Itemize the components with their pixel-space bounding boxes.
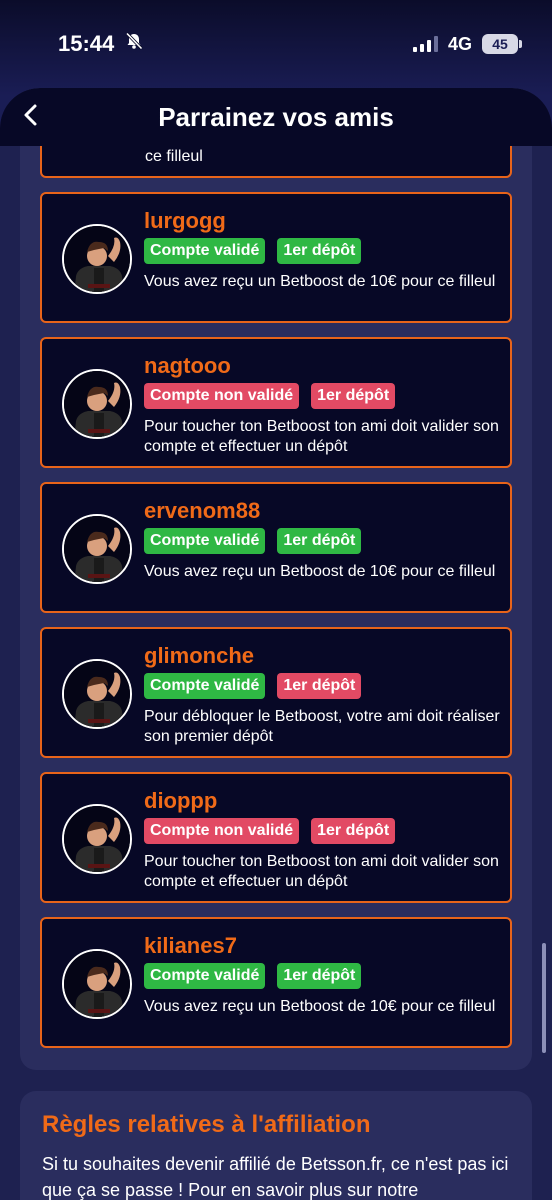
deposit-status-badge: 1er dépôt (311, 818, 396, 844)
referral-description: Pour toucher ton Betboost ton ami doit v… (144, 853, 499, 890)
referral-description: Pour débloquer le Betboost, votre ami do… (144, 708, 500, 745)
battery-level: 45 (492, 36, 508, 52)
status-badges: Compte non validé 1er dépôt (144, 818, 396, 844)
network-type: 4G (447, 33, 472, 54)
referral-card: lurgogg Compte validé 1er dépôt Vous ave… (40, 192, 512, 323)
scrollbar[interactable] (542, 943, 546, 1053)
referral-card: ervenom88 Compte validé 1er dépôt Vous a… (40, 482, 512, 613)
rules-text: Si tu souhaites devenir affilié de Betss… (42, 1154, 509, 1200)
referral-card: kilianes7 Compte validé 1er dépôt Vous a… (40, 917, 512, 1048)
status-badges: Compte validé 1er dépôt (144, 238, 362, 264)
avatar-character-icon (62, 804, 132, 874)
deposit-status-badge: 1er dépôt (311, 383, 396, 409)
status-time: 15:44 (58, 31, 115, 56)
account-status-badge: Compte validé (144, 528, 266, 554)
referral-username: dioppp (144, 788, 218, 813)
avatar-character-icon (62, 369, 132, 439)
referral-username: ervenom88 (144, 498, 261, 523)
account-status-badge: Compte validé (144, 963, 266, 989)
status-badges: Compte validé 1er dépôt (144, 963, 362, 989)
referral-card: nagtooo Compte non validé 1er dépôt Pour… (40, 337, 512, 468)
referral-username: kilianes7 (144, 933, 237, 958)
account-status-badge: Compte validé (144, 673, 266, 699)
avatar-character-icon (62, 659, 132, 729)
status-badges: Compte validé 1er dépôt (144, 528, 362, 554)
deposit-status-badge: 1er dépôt (277, 963, 362, 989)
avatar-character-icon (62, 514, 132, 584)
avatar-character-icon (62, 224, 132, 294)
referral-description: Vous avez reçu un Betboost de 10€ pour c… (144, 998, 496, 1015)
deposit-status-badge: 1er dépôt (277, 673, 362, 699)
affiliation-rules-panel: Règles relatives à l'affiliation Si tu s… (20, 1091, 532, 1200)
referral-card: dioppp Compte non validé 1er dépôt Pour … (40, 772, 512, 903)
referral-description: Vous avez reçu un Betboost de 10€ pour c… (144, 273, 496, 290)
page-header: Parrainez vos amis (0, 88, 552, 146)
status-right: 4G 45 (412, 33, 522, 55)
referral-username: nagtooo (144, 353, 231, 378)
avatar-character-icon (62, 949, 132, 1019)
status-left: 15:44 (58, 31, 144, 57)
referral-username: lurgogg (144, 208, 226, 233)
account-status-badge: Compte validé (144, 238, 266, 264)
referral-sheet: ce filleul lurgogg Compte validé 1er dép… (0, 88, 552, 1200)
account-status-badge: Compte non validé (144, 383, 300, 409)
status-bar: 15:44 4G 45 (0, 0, 552, 88)
cellular-signal-icon (412, 36, 438, 52)
account-status-badge: Compte non validé (144, 818, 300, 844)
referral-description: ce filleul (145, 148, 203, 165)
referral-card: glimonche Compte validé 1er dépôt Pour d… (40, 627, 512, 758)
referrals-list: ce filleul lurgogg Compte validé 1er dép… (20, 88, 532, 1070)
referral-description: Vous avez reçu un Betboost de 10€ pour c… (144, 563, 496, 580)
page-title: Parrainez vos amis (158, 101, 394, 132)
status-badges: Compte non validé 1er dépôt (144, 383, 396, 409)
referral-username: glimonche (144, 643, 255, 668)
deposit-status-badge: 1er dépôt (277, 238, 362, 264)
chevron-left-icon (22, 103, 38, 132)
status-badges: Compte validé 1er dépôt (144, 673, 362, 699)
deposit-status-badge: 1er dépôt (277, 528, 362, 554)
referral-description: Pour toucher ton Betboost ton ami doit v… (144, 418, 499, 455)
rules-title: Règles relatives à l'affiliation (42, 1111, 371, 1138)
battery-icon: 45 (482, 34, 522, 54)
bell-slash-icon (124, 31, 144, 57)
back-button[interactable] (16, 100, 44, 134)
